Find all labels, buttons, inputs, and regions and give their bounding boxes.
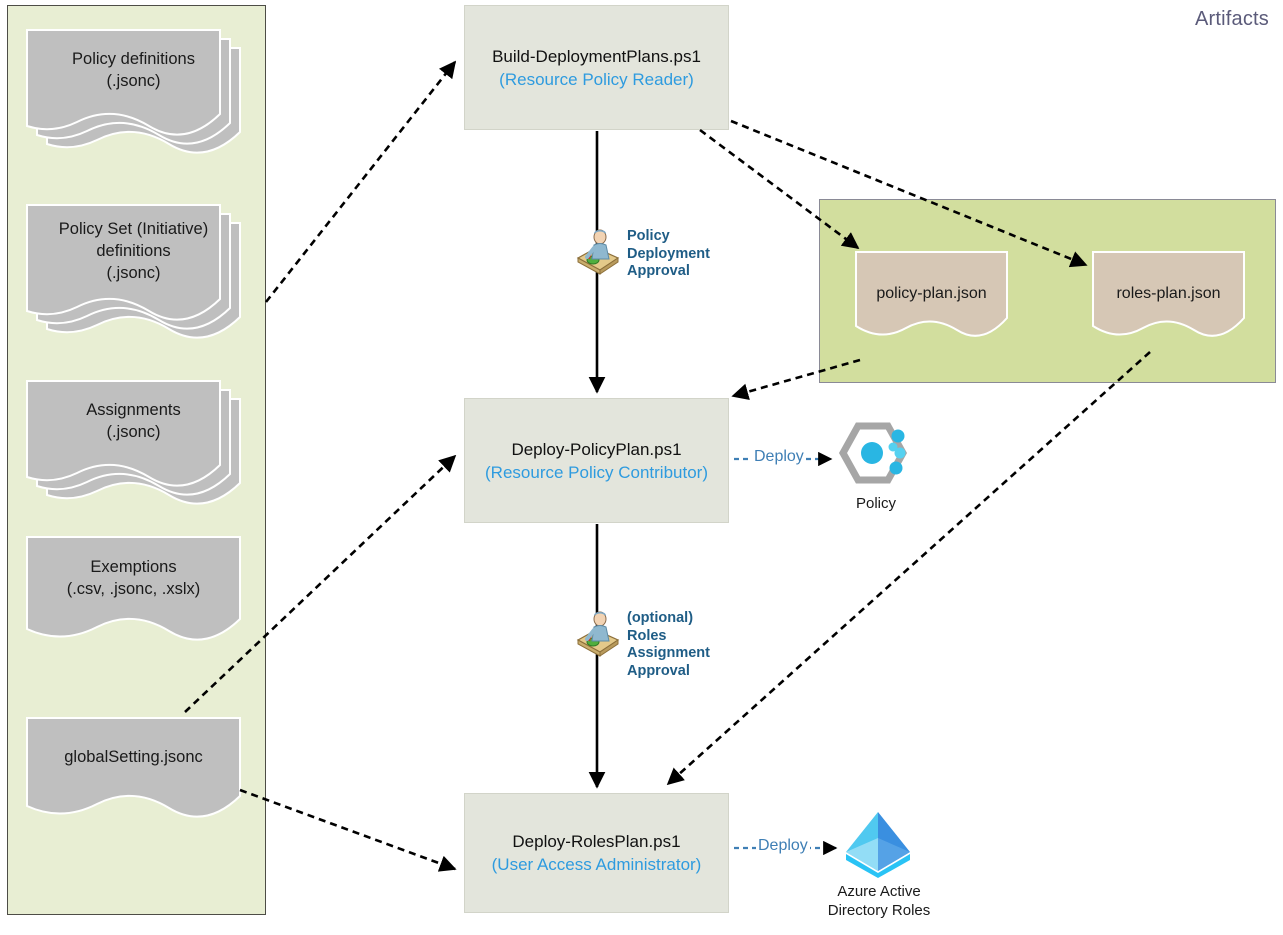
artifacts-panel-title: Artifacts [1194, 8, 1269, 30]
edge-definitions-to-build [264, 60, 457, 303]
service-azure-policy[interactable] [836, 420, 916, 492]
approval-roles-assignment: (optional) Roles Assignment Approval [576, 610, 710, 680]
process-box-deploy-roles-plan[interactable]: Deploy-RolesPlan.ps1 (User Access Admini… [464, 793, 729, 913]
artifact-doc-policy-plan[interactable]: policy-plan.json [855, 251, 1008, 344]
azure-policy-icon [838, 422, 908, 484]
edge-roles-plan-to-deploy-roles [666, 351, 1151, 786]
process-role-name: (Resource Policy Contributor) [485, 462, 708, 482]
azure-ad-icon [846, 812, 910, 878]
deploy-label-aad: Deploy [756, 837, 810, 855]
edge-global-setting-to-deploy-roles [239, 788, 457, 872]
artifact-doc-roles-plan[interactable]: roles-plan.json [1092, 251, 1245, 344]
service-azure-active-directory-roles[interactable] [838, 808, 918, 880]
process-script-name: Deploy-PolicyPlan.ps1 [511, 439, 682, 459]
process-box-build-deployment-plans[interactable]: Build-DeploymentPlans.ps1 (Resource Poli… [464, 5, 729, 130]
approval-label: Policy Deployment Approval [627, 228, 710, 279]
process-role-name: (User Access Administrator) [491, 855, 702, 874]
process-box-deploy-policy-plan[interactable]: Deploy-PolicyPlan.ps1 (Resource Policy C… [464, 398, 729, 523]
definition-doc-policy-definitions[interactable]: Policy definitions (.jsonc) [26, 20, 241, 160]
service-label-azure-ad-roles: Azure Active Directory Roles [827, 883, 931, 919]
process-script-name: Build-DeploymentPlans.ps1 [492, 46, 701, 66]
definition-doc-global-setting[interactable]: globalSetting.jsonc [26, 717, 241, 823]
process-script-name: Deploy-RolesPlan.ps1 [512, 832, 681, 851]
approval-label: (optional) Roles Assignment Approval [627, 610, 710, 679]
approval-policy-deployment: Policy Deployment Approval [576, 228, 710, 281]
service-label-azure-policy: Policy [855, 495, 896, 512]
definition-doc-exemptions[interactable]: Exemptions (.csv, .jsonc, .xslx) [26, 536, 241, 647]
approval-icon [576, 610, 620, 663]
definition-doc-policy-set-definitions[interactable]: Policy Set (Initiative) definitions (.js… [26, 195, 241, 345]
definition-doc-assignments[interactable]: Assignments (.jsonc) [26, 371, 241, 511]
approval-icon [576, 228, 620, 281]
process-role-name: (Resource Policy Reader) [499, 69, 694, 89]
deploy-label-policy: Deploy [752, 448, 806, 466]
